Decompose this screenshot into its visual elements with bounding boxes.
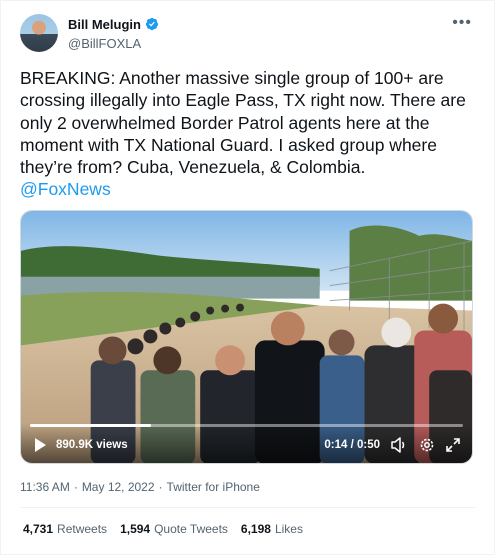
more-options-icon[interactable]: ••• <box>452 15 472 31</box>
user-handle[interactable]: @BillFOXLA <box>68 36 159 51</box>
retweets-stat[interactable]: 4,731 Retweets <box>23 522 107 536</box>
tweet-date[interactable]: May 12, 2022 <box>82 480 155 494</box>
settings-icon[interactable] <box>419 435 435 455</box>
tweet-body: BREAKING: Another massive single group o… <box>20 68 466 178</box>
retweets-label: Retweets <box>57 522 108 536</box>
likes-stat[interactable]: 6,198 Likes <box>241 522 303 536</box>
video-views: 890.9K views <box>56 439 128 451</box>
tweet-time[interactable]: 11:36 AM <box>20 480 70 494</box>
quote-tweets-count: 1,594 <box>120 522 151 536</box>
avatar[interactable] <box>20 14 58 52</box>
meta-separator: · <box>73 480 78 494</box>
likes-count: 6,198 <box>240 522 271 536</box>
divider <box>20 507 475 508</box>
tweet-stats: 4,731 Retweets 1,594 Quote Tweets 6,198 … <box>23 522 303 536</box>
quote-tweets-stat[interactable]: 1,594 Quote Tweets <box>120 522 228 536</box>
likes-label: Likes <box>274 522 303 536</box>
meta-separator-2: · <box>158 480 163 494</box>
display-name[interactable]: Bill Melugin <box>68 17 141 32</box>
display-name-row: Bill Melugin <box>68 15 159 33</box>
video-progress-fill <box>30 424 152 427</box>
tweet-source[interactable]: Twitter for iPhone <box>167 480 260 494</box>
quote-tweets-label: Quote Tweets <box>154 522 228 536</box>
video-player[interactable]: 890.9K views 0:14 / 0:50 <box>20 210 473 464</box>
retweets-count: 4,731 <box>23 522 54 536</box>
tweet-card: Bill Melugin @BillFOXLA ••• BREAKING: An… <box>0 0 495 555</box>
video-time: 0:14 / 0:50 <box>324 439 380 451</box>
verified-badge-icon <box>145 17 159 31</box>
tweet-text: BREAKING: Another massive single group o… <box>20 67 480 201</box>
tweet-meta: 11:36 AM · May 12, 2022 · Twitter for iP… <box>20 480 260 494</box>
volume-icon[interactable] <box>390 435 408 455</box>
video-progress-bar[interactable] <box>30 424 463 427</box>
mention-link[interactable]: @FoxNews <box>20 178 480 200</box>
play-icon[interactable] <box>33 435 47 455</box>
user-info[interactable]: Bill Melugin @BillFOXLA <box>68 15 159 51</box>
fullscreen-icon[interactable] <box>445 435 461 455</box>
